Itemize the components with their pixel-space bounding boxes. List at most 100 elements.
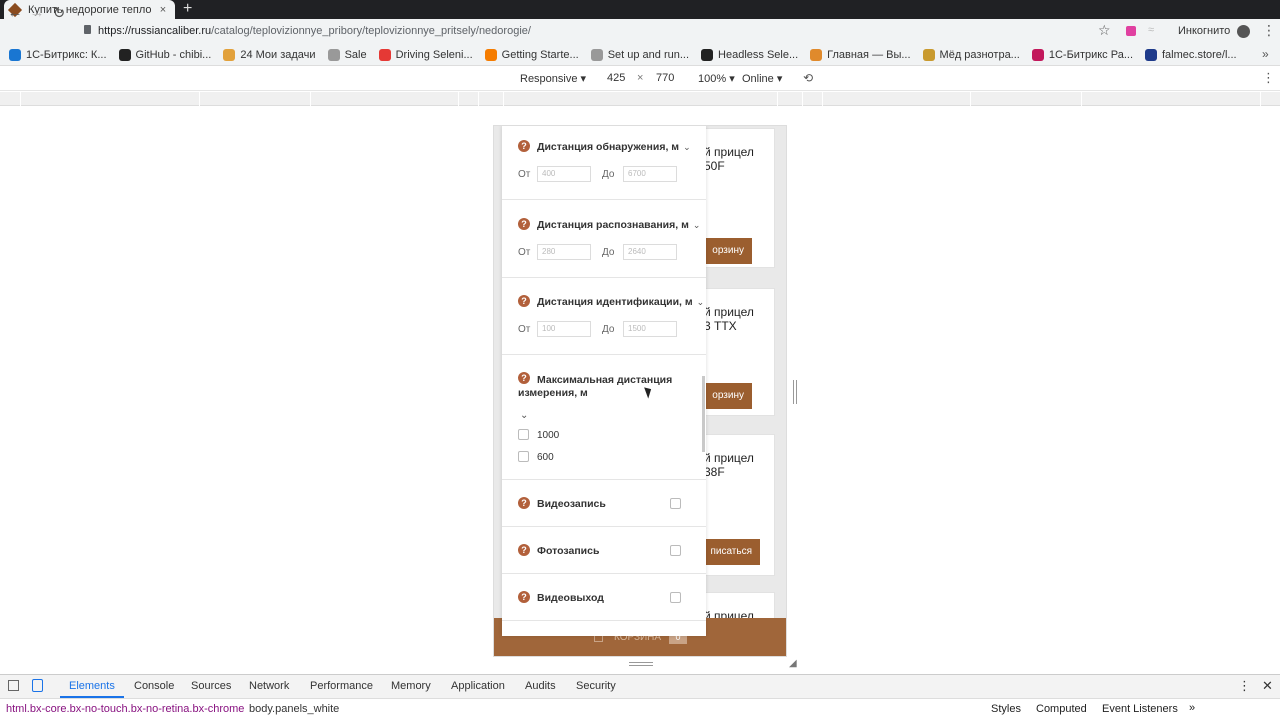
- bookmark-item[interactable]: Sale: [327, 48, 367, 62]
- filter-title[interactable]: Дистанция распознавания, м ⌄: [537, 219, 700, 231]
- media-query-ruler[interactable]: [0, 92, 1280, 106]
- incognito-icon[interactable]: [1237, 25, 1250, 38]
- bookmark-label: Driving Seleni...: [395, 49, 473, 61]
- star-icon[interactable]: ☆: [1098, 22, 1111, 39]
- from-input[interactable]: 280: [537, 244, 591, 260]
- forward-icon[interactable]: →: [28, 4, 46, 21]
- product-card[interactable]: й прицел 38F писаться: [699, 434, 775, 576]
- lock-icon[interactable]: [84, 25, 91, 34]
- device-width-input[interactable]: 425: [607, 72, 625, 84]
- devtools-tab-elements[interactable]: Elements: [69, 680, 115, 692]
- filter-title[interactable]: Фотозапись: [537, 545, 599, 557]
- bookmark-item[interactable]: 1С-Битрикс Ра...: [1031, 48, 1133, 62]
- bookmark-item[interactable]: Мёд разнотра...: [922, 48, 1020, 62]
- breadcrumb-html[interactable]: html.bx-core.bx-no-touch.bx-no-retina.bx…: [6, 703, 244, 715]
- filter-checkbox[interactable]: [670, 592, 681, 603]
- help-icon[interactable]: ?: [518, 140, 530, 152]
- bookmark-item[interactable]: falmec.store/l...: [1145, 48, 1237, 62]
- help-icon[interactable]: ?: [518, 218, 530, 230]
- event-listeners-tab[interactable]: Event Listeners: [1102, 703, 1178, 715]
- filter-title[interactable]: Видеовыход: [537, 592, 604, 604]
- devtools-tab-audits[interactable]: Audits: [525, 680, 556, 692]
- add-to-cart-button[interactable]: орзину: [700, 238, 752, 264]
- bookmark-item[interactable]: Getting Starte...: [484, 48, 579, 62]
- filter-detection-distance: ? Дистанция обнаружения, м ⌄ От 400 До 67…: [502, 126, 706, 200]
- help-icon[interactable]: ?: [518, 295, 530, 307]
- subscribe-button[interactable]: писаться: [700, 539, 760, 565]
- option-label[interactable]: 1000: [537, 430, 559, 441]
- bookmark-item[interactable]: 1С-Битрикс: К...: [9, 48, 107, 62]
- device-times: ×: [637, 72, 644, 84]
- devtools-tab-sources[interactable]: Sources: [191, 680, 231, 692]
- help-icon[interactable]: ?: [518, 591, 530, 603]
- from-input[interactable]: 100: [537, 321, 591, 337]
- to-input[interactable]: 6700: [623, 166, 677, 182]
- breadcrumb-body[interactable]: body.panels_white: [249, 703, 339, 715]
- back-icon[interactable]: ←: [6, 4, 24, 21]
- option-label[interactable]: 600: [537, 452, 554, 463]
- filter-title-cont[interactable]: измерения, м: [518, 387, 588, 399]
- filter-title[interactable]: Видеозапись: [537, 498, 606, 510]
- bookmark-item[interactable]: GitHub - chibi...: [118, 48, 212, 62]
- rotate-icon[interactable]: ⟲: [803, 71, 813, 85]
- chevron-down-icon[interactable]: ⌄: [520, 410, 528, 421]
- extension-icon[interactable]: [1126, 26, 1136, 36]
- panel-scrollbar[interactable]: [702, 376, 705, 452]
- from-input[interactable]: 400: [537, 166, 591, 182]
- menu-icon[interactable]: ⋮: [1262, 22, 1276, 39]
- filter-checkbox[interactable]: [670, 498, 681, 509]
- styles-tab[interactable]: Styles: [991, 703, 1021, 715]
- chevron-down-icon: ⌄: [683, 142, 691, 152]
- computed-tab[interactable]: Computed: [1036, 703, 1087, 715]
- filter-video-recording: ? Видеозапись: [502, 480, 706, 527]
- devtools-tab-memory[interactable]: Memory: [391, 680, 431, 692]
- devtools-tabbar: Elements Console Sources Network Performance…: [0, 674, 1280, 698]
- resize-handle-right[interactable]: [793, 380, 797, 404]
- resize-handle-bottom[interactable]: [629, 662, 653, 666]
- throttle-select[interactable]: Online ▾: [742, 72, 782, 85]
- bookmark-item[interactable]: Driving Seleni...: [378, 48, 473, 62]
- filter-title[interactable]: Максимальная дистанция: [537, 373, 672, 387]
- profile-label[interactable]: Инкогнито: [1178, 25, 1230, 37]
- bookmarks-overflow-icon[interactable]: »: [1262, 47, 1269, 61]
- devtools-tabs: Elements Console Sources Network Performance…: [0, 675, 1000, 699]
- devtools-tab-application[interactable]: Application: [451, 680, 505, 692]
- to-input[interactable]: 2640: [623, 244, 677, 260]
- filter-title[interactable]: Дистанция идентификации, м ⌄: [537, 296, 704, 308]
- new-tab-button[interactable]: +: [183, 0, 192, 19]
- zoom-select[interactable]: 100% ▾: [698, 72, 735, 85]
- more-tabs-icon[interactable]: »: [1189, 702, 1195, 714]
- device-height-input[interactable]: 770: [656, 72, 674, 84]
- help-icon[interactable]: ?: [518, 372, 530, 384]
- bookmark-item[interactable]: Главная — Вы...: [810, 48, 911, 62]
- chevron-down-icon: ⌄: [692, 220, 701, 230]
- close-tab-icon[interactable]: ×: [157, 4, 169, 16]
- filter-title[interactable]: Дистанция обнаружения, м ⌄: [537, 141, 691, 153]
- reload-icon[interactable]: ↻: [50, 4, 68, 22]
- filter-checkbox[interactable]: [670, 545, 681, 556]
- devtools-tab-console[interactable]: Console: [134, 680, 174, 692]
- device-menu-icon[interactable]: ⋮: [1262, 70, 1275, 86]
- devtools-tab-network[interactable]: Network: [249, 680, 289, 692]
- devtools-tab-security[interactable]: Security: [576, 680, 616, 692]
- bookmark-label: GitHub - chibi...: [135, 49, 212, 61]
- devtools-close-icon[interactable]: ✕: [1262, 678, 1273, 694]
- option-checkbox[interactable]: [518, 429, 529, 440]
- device-mode-select[interactable]: Responsive ▾: [520, 72, 586, 85]
- product-card[interactable]: й прицел 3 TTX орзину: [699, 288, 775, 416]
- address-bar[interactable]: https://russiancaliber.ru/catalog/teplov…: [98, 25, 531, 37]
- option-checkbox[interactable]: [518, 451, 529, 462]
- extension-2-icon[interactable]: ≈: [1148, 24, 1154, 36]
- devtools-tab-performance[interactable]: Performance: [310, 680, 373, 692]
- help-icon[interactable]: ?: [518, 497, 530, 509]
- resize-corner-icon[interactable]: ◢: [789, 658, 797, 669]
- add-to-cart-button[interactable]: орзину: [700, 383, 752, 409]
- devtools-menu-icon[interactable]: ⋮: [1238, 678, 1251, 694]
- bookmark-item[interactable]: Set up and run...: [590, 48, 689, 62]
- help-icon[interactable]: ?: [518, 544, 530, 556]
- bookmark-item[interactable]: Headless Sele...: [701, 48, 798, 62]
- bookmark-item[interactable]: 24 Мои задачи: [223, 48, 316, 62]
- to-label: До: [602, 247, 615, 258]
- to-input[interactable]: 1500: [623, 321, 677, 337]
- product-card[interactable]: й прицел 50F орзину: [699, 128, 775, 268]
